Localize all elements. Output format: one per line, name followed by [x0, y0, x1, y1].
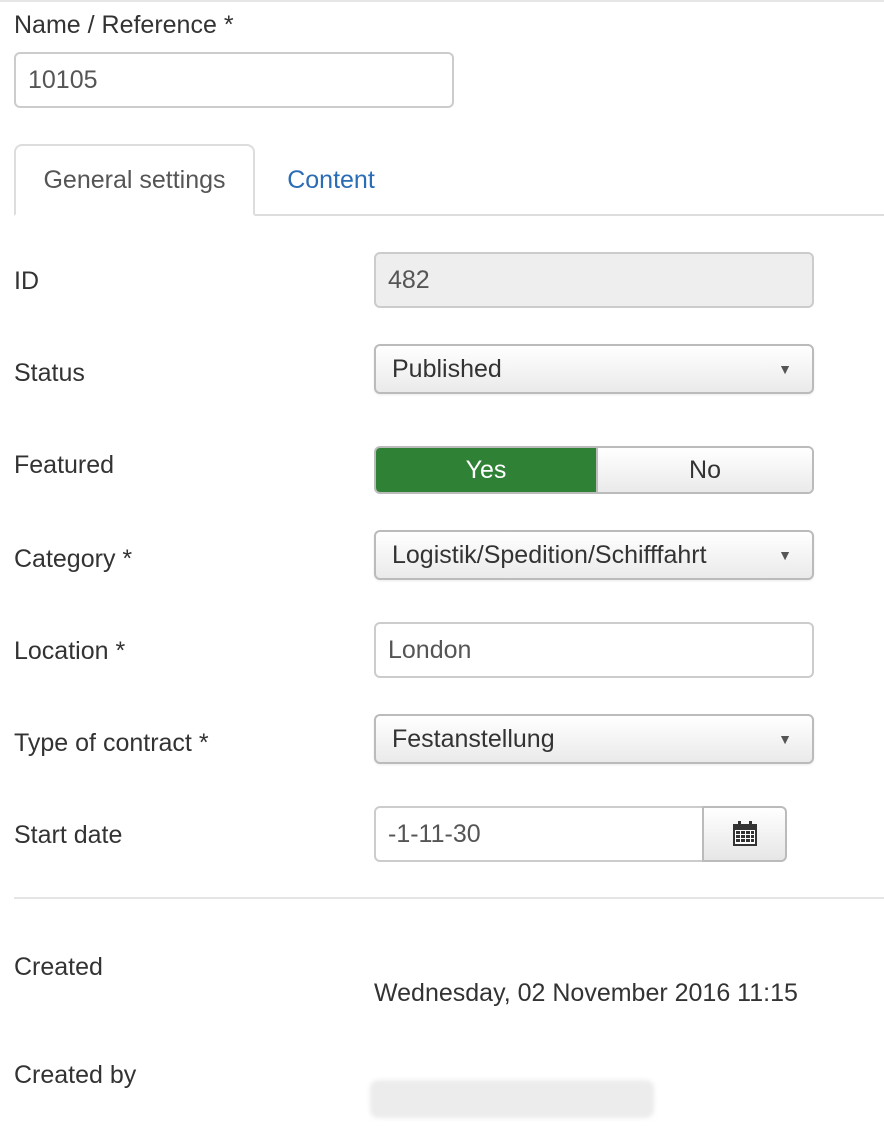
created-by-redacted-value	[370, 1080, 654, 1118]
caret-down-icon: ▼	[778, 361, 792, 377]
top-rule	[0, 0, 884, 2]
featured-no-label: No	[689, 455, 721, 484]
start-date-value: -1-11-30	[388, 819, 481, 848]
contract-label: Type of contract *	[14, 729, 209, 757]
location-value: London	[388, 635, 472, 664]
id-field: 482	[374, 252, 814, 308]
id-label: ID	[14, 267, 39, 295]
name-reference-label: Name / Reference *	[14, 11, 234, 39]
calendar-button[interactable]	[702, 806, 787, 862]
contract-select[interactable]: Festanstellung ▼	[374, 714, 814, 764]
tab-content[interactable]: Content	[255, 144, 407, 216]
tab-content-label: Content	[287, 165, 375, 194]
calendar-icon	[732, 821, 757, 846]
contract-selected-value: Festanstellung	[392, 724, 555, 753]
category-selected-value: Logistik/Spedition/Schifffahrt	[392, 540, 707, 569]
id-value: 482	[388, 265, 430, 294]
featured-no-button[interactable]: No	[598, 448, 812, 492]
created-value: Wednesday, 02 November 2016 11:15	[374, 979, 798, 1007]
section-divider	[14, 897, 884, 899]
category-label: Category *	[14, 545, 133, 573]
status-selected-value: Published	[392, 354, 502, 383]
name-reference-input[interactable]: 10105	[14, 52, 454, 108]
caret-down-icon: ▼	[778, 731, 792, 747]
created-label: Created	[14, 953, 103, 981]
tab-bar: General settings Content	[14, 144, 884, 216]
start-date-input[interactable]: -1-11-30	[374, 806, 704, 862]
featured-label: Featured	[14, 451, 115, 479]
status-label: Status	[14, 359, 85, 387]
featured-toggle: Yes No	[374, 446, 814, 494]
tab-general-settings[interactable]: General settings	[14, 144, 255, 216]
name-reference-value: 10105	[28, 65, 98, 94]
tab-general-settings-label: General settings	[43, 165, 226, 194]
status-select[interactable]: Published ▼	[374, 344, 814, 394]
caret-down-icon: ▼	[778, 547, 792, 563]
location-label: Location *	[14, 637, 126, 665]
featured-yes-label: Yes	[465, 455, 507, 484]
category-select[interactable]: Logistik/Spedition/Schifffahrt ▼	[374, 530, 814, 580]
start-date-label: Start date	[14, 821, 123, 849]
created-by-label: Created by	[14, 1061, 137, 1089]
featured-yes-button[interactable]: Yes	[376, 448, 598, 492]
location-input[interactable]: London	[374, 622, 814, 678]
